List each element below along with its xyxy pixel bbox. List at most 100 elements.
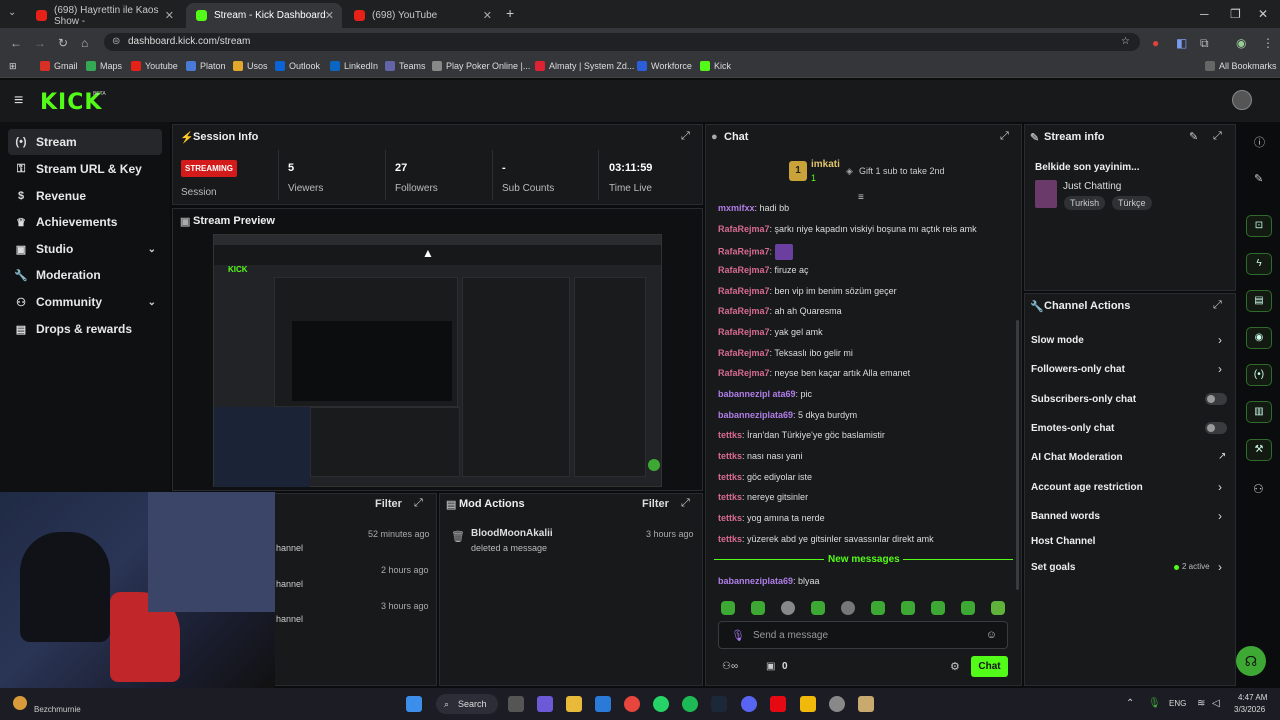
task-view-icon[interactable] <box>508 696 524 712</box>
external-link-icon[interactable]: ↗ <box>1218 451 1226 462</box>
rail-broadcast-icon[interactable]: (•) <box>1246 364 1272 386</box>
bookmark-usos[interactable]: Usos <box>233 61 268 71</box>
chat-input[interactable]: 🎙 Send a message ☺ <box>718 621 1008 649</box>
emotes-only-toggle[interactable] <box>1205 422 1227 434</box>
store-icon[interactable] <box>595 696 611 712</box>
chat-username[interactable]: RafaRejma7 <box>718 286 770 296</box>
pin-collapse-icon[interactable]: ≡ <box>858 192 864 203</box>
sidebar-item-stream[interactable]: (•) Stream <box>8 129 162 155</box>
tab-search-icon[interactable]: ⌄ <box>8 7 16 18</box>
activity-filter-button[interactable]: Filter <box>375 498 402 510</box>
rail-capture-icon[interactable]: ⊡ <box>1246 215 1272 237</box>
chat-username[interactable]: tettks <box>718 534 742 544</box>
expand-icon[interactable]: ⤢ <box>681 497 690 510</box>
chevron-right-icon[interactable]: › <box>1218 333 1222 347</box>
language-indicator[interactable]: ENG <box>1169 699 1186 708</box>
pinned-user[interactable]: imkati <box>811 159 840 170</box>
clock-time[interactable]: 4:47 AM <box>1238 693 1267 702</box>
chat-username[interactable]: RafaRejma7 <box>718 327 770 337</box>
binance-icon[interactable] <box>800 696 816 712</box>
site-info-icon[interactable]: ⊜ <box>112 33 120 51</box>
sidebar-item-revenue[interactable]: $ Revenue <box>8 183 162 209</box>
sidebar-item-drops-rewards[interactable]: ▤ Drops & rewards <box>8 316 162 342</box>
expand-icon[interactable]: ⤢ <box>1213 130 1222 143</box>
close-icon[interactable]: ✕ <box>483 9 492 22</box>
gift-box-icon[interactable]: ▣ <box>766 661 775 672</box>
rail-chat-icon[interactable]: ◉ <box>1246 327 1272 349</box>
chat-username[interactable]: RafaRejma7 <box>718 368 770 378</box>
rail-wrench-icon[interactable]: ⚒ <box>1246 439 1272 461</box>
menu-dots-icon[interactable]: ⋮ <box>1262 36 1274 50</box>
bookmark-gmail[interactable]: Gmail <box>40 61 78 71</box>
mod-action-user[interactable]: BloodMoonAkalii <box>471 528 553 539</box>
chevron-right-icon[interactable]: › <box>1218 560 1222 574</box>
tab-kick-dashboard[interactable]: Stream - Kick Dashboard ✕ <box>186 3 342 28</box>
sidebar-item-community[interactable]: ⚇ Community ⌄ <box>8 289 162 315</box>
apps-grid-icon[interactable]: ⊞ <box>9 61 17 72</box>
netflix-icon[interactable] <box>770 696 786 712</box>
bookmark-linkedin[interactable]: LinkedIn <box>330 61 378 71</box>
volume-icon[interactable]: ◁ <box>1212 698 1220 709</box>
emote-icon[interactable] <box>991 601 1005 615</box>
set-goals-item[interactable]: Set goals <box>1031 562 1075 573</box>
wifi-icon[interactable]: ≋ <box>1197 698 1205 709</box>
maximize-icon[interactable]: ❐ <box>1230 7 1241 21</box>
hamburger-menu-icon[interactable]: ≡ <box>14 92 23 110</box>
emote-icon[interactable] <box>811 601 825 615</box>
chat-username[interactable]: tettks <box>718 513 742 523</box>
users-infinite-icon[interactable]: ⚇∞ <box>722 661 738 672</box>
extensions-icon[interactable]: ⧉ <box>1200 36 1209 51</box>
weather-icon[interactable] <box>13 696 27 710</box>
bookmark-poker[interactable]: Play Poker Online |... <box>432 61 530 71</box>
tab-youtube-1[interactable]: (698) Hayrettin ile Kaos Show - ✕ <box>26 3 182 28</box>
copilot-icon[interactable] <box>537 696 553 712</box>
chevron-right-icon[interactable]: › <box>1218 362 1222 376</box>
home-icon[interactable]: ⌂ <box>81 36 88 50</box>
chat-username[interactable]: tettks <box>718 492 742 502</box>
bookmark-almaty[interactable]: Almaty | System Zd... <box>535 61 634 71</box>
chrome-icon[interactable] <box>624 696 640 712</box>
file-explorer-icon[interactable] <box>566 696 582 712</box>
bookmark-youtube[interactable]: Youtube <box>131 61 178 71</box>
microphone-icon[interactable]: 🎙 <box>731 629 745 642</box>
chat-username[interactable]: RafaRejma7 <box>718 306 770 316</box>
chat-username[interactable]: tettks <box>718 430 742 440</box>
taskbar-search[interactable]: ⌕ Search <box>436 694 498 714</box>
edit-icon[interactable]: ✎ <box>1189 130 1198 143</box>
steam-icon[interactable] <box>711 696 727 712</box>
expand-icon[interactable]: ⤢ <box>414 497 423 510</box>
send-chat-button[interactable]: Chat <box>971 656 1008 677</box>
bookmark-teams[interactable]: Teams <box>385 61 426 71</box>
url-input[interactable]: ⊜ dashboard.kick.com/stream ☆ <box>104 33 1140 51</box>
emote-icon[interactable] <box>781 601 795 615</box>
chat-username[interactable]: RafaRejma7 <box>718 246 770 256</box>
discord-icon[interactable] <box>741 696 757 712</box>
banned-words-item[interactable]: Banned words <box>1031 511 1100 522</box>
edit-icon[interactable]: ✎ <box>1254 172 1263 185</box>
rail-lightning-icon[interactable]: ϟ <box>1246 253 1272 275</box>
chat-settings-icon[interactable]: ⚙ <box>950 660 960 673</box>
close-window-icon[interactable]: ✕ <box>1258 7 1268 21</box>
emote-icon[interactable] <box>871 601 885 615</box>
chevron-right-icon[interactable]: › <box>1218 509 1222 523</box>
user-avatar[interactable] <box>1232 90 1252 110</box>
stream-preview-video[interactable]: KICK <box>213 234 662 487</box>
forward-icon[interactable]: → <box>34 36 46 50</box>
emote-icon[interactable] <box>751 601 765 615</box>
expand-icon[interactable]: ⤢ <box>681 130 690 143</box>
chat-username[interactable]: mxmifxx <box>718 203 755 213</box>
category-name[interactable]: Just Chatting <box>1063 181 1121 192</box>
rail-document-icon[interactable]: ▤ <box>1246 290 1272 312</box>
emoji-icon[interactable]: ☺ <box>986 629 997 641</box>
subscribers-only-toggle[interactable] <box>1205 393 1227 405</box>
all-bookmarks[interactable]: All Bookmarks <box>1205 61 1277 71</box>
clock-date[interactable]: 3/3/2026 <box>1234 705 1265 714</box>
rail-layout-icon[interactable]: ▥ <box>1246 401 1272 423</box>
chat-username[interactable]: babannezipl ata69 <box>718 389 796 399</box>
sidebar-item-moderation[interactable]: 🔧 Moderation <box>8 262 162 288</box>
obs-icon[interactable] <box>829 696 845 712</box>
bookmark-maps[interactable]: Maps <box>86 61 122 71</box>
chat-username[interactable]: tettks <box>718 451 742 461</box>
emote-icon[interactable] <box>931 601 945 615</box>
tab-youtube-2[interactable]: (698) YouTube ✕ <box>344 3 500 28</box>
